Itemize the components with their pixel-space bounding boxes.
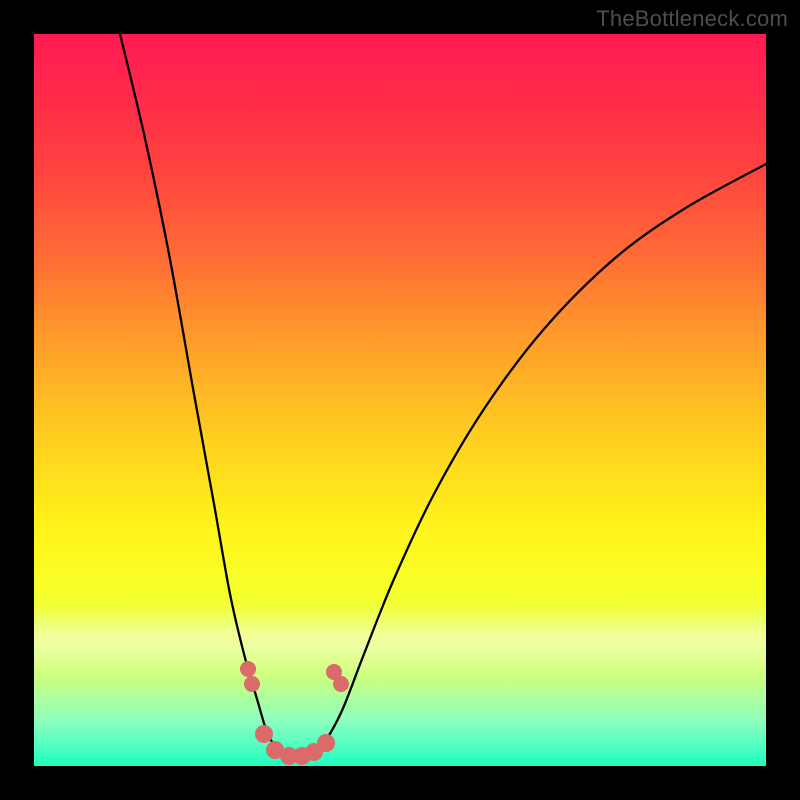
curve-marker [317, 734, 335, 752]
chart-frame: TheBottleneck.com [0, 0, 800, 800]
bottleneck-curve [120, 34, 766, 757]
curve-markers [240, 661, 349, 765]
curve-marker [240, 661, 256, 677]
bottleneck-curve-layer [34, 34, 766, 766]
watermark-text: TheBottleneck.com [596, 6, 788, 32]
curve-marker [255, 725, 273, 743]
curve-marker [244, 676, 260, 692]
curve-marker [333, 676, 349, 692]
